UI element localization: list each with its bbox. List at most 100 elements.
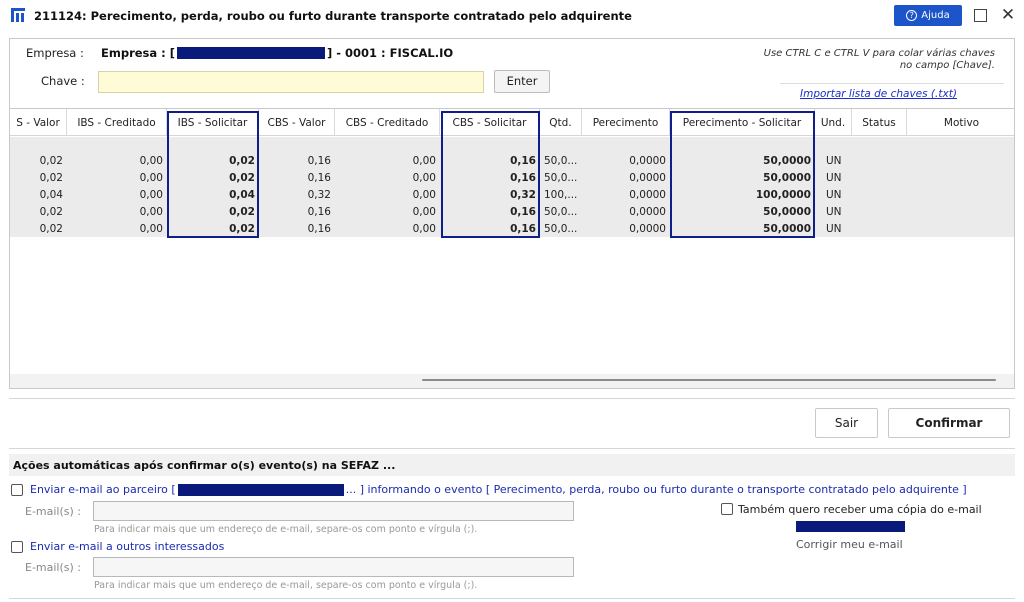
cell-ibs-solicitar[interactable]: 0,02 (167, 153, 259, 169)
cell-und: UN (826, 189, 842, 201)
cell-ibs-creditado: 0,00 (139, 155, 163, 167)
partner-email-input[interactable] (93, 501, 574, 521)
auto-actions-header: Ações automáticas após confirmar o(s) ev… (9, 454, 1015, 476)
cell-cbs-solicitar[interactable]: 0,32 (440, 187, 540, 203)
app-icon (11, 8, 25, 22)
cell-und: UN (826, 155, 842, 167)
cell-s-valor: 0,02 (39, 172, 63, 184)
table-row[interactable]: 0,02 0,00 0,02 0,16 0,00 0,16 50,0... 0,… (10, 204, 1014, 220)
others-email-input[interactable] (93, 557, 574, 577)
cell-perecimento: 0,0000 (629, 206, 666, 218)
col-header[interactable]: S - Valor (10, 109, 67, 136)
send-others-email-checkbox[interactable] (11, 541, 23, 553)
empresa-prefix: Empresa : [ (101, 46, 176, 60)
horizontal-scrollbar-track[interactable] (10, 374, 1014, 388)
col-header[interactable]: Qtd. (540, 109, 582, 136)
send-partner-email-checkbox[interactable] (11, 484, 23, 496)
cell-motivo[interactable] (907, 170, 1014, 186)
others-email-label: E-mail(s) : (25, 561, 82, 574)
cell-und: UN (826, 172, 842, 184)
cell-ibs-creditado: 0,00 (139, 223, 163, 235)
cell-cbs-solicitar[interactable]: 0,16 (440, 153, 540, 169)
grid-body: 0,02 0,00 0,02 0,16 0,00 0,16 50,0... 0,… (10, 137, 1014, 237)
col-header[interactable]: IBS - Creditado (67, 109, 167, 136)
send-others-email-label[interactable]: Enviar e-mail a outros interessados (30, 540, 224, 553)
table-row[interactable]: 0,02 0,00 0,02 0,16 0,00 0,16 50,0... 0,… (10, 170, 1014, 186)
cell-cbs-valor: 0,32 (307, 189, 331, 201)
cell-cbs-solicitar[interactable]: 0,16 (440, 170, 540, 186)
paste-hint: Use CTRL C e CTRL V para colar várias ch… (763, 48, 995, 71)
cell-status (852, 187, 907, 203)
cell-ibs-solicitar[interactable]: 0,02 (167, 221, 259, 237)
divider (9, 598, 1015, 599)
cell-motivo[interactable] (907, 153, 1014, 169)
cell-qtd: 50,0... (544, 155, 578, 167)
close-icon[interactable]: ✕ (998, 4, 1018, 26)
empresa-label: Empresa : (26, 46, 84, 60)
items-grid[interactable]: S - Valor IBS - Creditado IBS - Solicita… (9, 108, 1015, 389)
col-header[interactable]: Motivo (907, 109, 1014, 136)
cell-motivo[interactable] (907, 221, 1014, 237)
cell-ibs-solicitar[interactable]: 0,02 (167, 170, 259, 186)
col-header[interactable]: CBS - Solicitar (440, 109, 540, 136)
header-panel: Empresa : Empresa : [ ] - 0001 : FISCAL.… (9, 38, 1015, 108)
sair-button[interactable]: Sair (815, 408, 878, 438)
col-header[interactable]: Perecimento (582, 109, 670, 136)
copy-email-checkbox[interactable] (721, 503, 733, 515)
cell-ibs-creditado: 0,00 (139, 206, 163, 218)
cell-qtd: 50,0... (544, 172, 578, 184)
cell-perecimento-solicitar[interactable]: 50,0000 (670, 204, 815, 220)
help-button[interactable]: ? Ajuda (894, 5, 962, 26)
cell-cbs-creditado: 0,00 (412, 206, 436, 218)
cell-perecimento-solicitar[interactable]: 100,0000 (670, 187, 815, 203)
partner-email-label: E-mail(s) : (25, 505, 82, 518)
cell-perecimento-solicitar[interactable]: 50,0000 (670, 153, 815, 169)
confirmar-button[interactable]: Confirmar (888, 408, 1010, 438)
cell-und: UN (826, 223, 842, 235)
cell-cbs-creditado: 0,00 (412, 172, 436, 184)
cell-perecimento-solicitar[interactable]: 50,0000 (670, 221, 815, 237)
cell-cbs-solicitar[interactable]: 0,16 (440, 204, 540, 220)
cell-status (852, 204, 907, 220)
col-header[interactable]: CBS - Valor (259, 109, 335, 136)
chave-input[interactable] (98, 71, 484, 93)
cell-s-valor: 0,02 (39, 155, 63, 167)
cell-motivo[interactable] (907, 187, 1014, 203)
copy-email-label[interactable]: Também quero receber uma cópia do e-mail (738, 503, 982, 516)
enter-button[interactable]: Enter (494, 70, 550, 93)
cell-cbs-creditado: 0,00 (412, 223, 436, 235)
send-partner-email-label[interactable]: Enviar e-mail ao parceiro [ ... ] inform… (30, 483, 967, 496)
cell-cbs-solicitar[interactable]: 0,16 (440, 221, 540, 237)
cell-ibs-solicitar[interactable]: 0,02 (167, 204, 259, 220)
divider (9, 448, 1015, 449)
cell-s-valor: 0,04 (39, 189, 63, 201)
horizontal-scrollbar-thumb[interactable] (422, 379, 996, 381)
cell-qtd: 50,0... (544, 206, 578, 218)
cell-motivo[interactable] (907, 204, 1014, 220)
cell-cbs-valor: 0,16 (307, 206, 331, 218)
import-keys-link[interactable]: Importar lista de chaves (.txt) (800, 88, 957, 100)
col-header[interactable]: Status (852, 109, 907, 136)
window-title: 211124: Perecimento, perda, roubo ou fur… (34, 9, 632, 23)
grid-header: S - Valor IBS - Creditado IBS - Solicita… (10, 109, 1014, 136)
cell-perecimento: 0,0000 (629, 172, 666, 184)
cell-cbs-creditado: 0,00 (412, 189, 436, 201)
cell-ibs-solicitar[interactable]: 0,04 (167, 187, 259, 203)
cell-ibs-creditado: 0,00 (139, 189, 163, 201)
col-header[interactable]: Perecimento - Solicitar (670, 109, 815, 136)
fix-email-link[interactable]: Corrigir meu e-mail (796, 538, 903, 551)
cell-status (852, 170, 907, 186)
cell-qtd: 50,0... (544, 223, 578, 235)
col-header[interactable]: CBS - Creditado (335, 109, 440, 136)
col-header[interactable]: Und. (815, 109, 852, 136)
cell-cbs-valor: 0,16 (307, 172, 331, 184)
cell-perecimento-solicitar[interactable]: 50,0000 (670, 170, 815, 186)
table-row[interactable]: 0,02 0,00 0,02 0,16 0,00 0,16 50,0... 0,… (10, 221, 1014, 237)
partner-suffix: ... ] informando o evento [ Perecimento,… (345, 483, 967, 496)
title-bar: 211124: Perecimento, perda, roubo ou fur… (0, 0, 1024, 32)
help-icon: ? (906, 10, 918, 21)
col-header[interactable]: IBS - Solicitar (167, 109, 259, 136)
maximize-icon[interactable] (974, 9, 987, 22)
table-row[interactable]: 0,02 0,00 0,02 0,16 0,00 0,16 50,0... 0,… (10, 153, 1014, 169)
table-row[interactable]: 0,04 0,00 0,04 0,32 0,00 0,32 100,... 0,… (10, 187, 1014, 203)
